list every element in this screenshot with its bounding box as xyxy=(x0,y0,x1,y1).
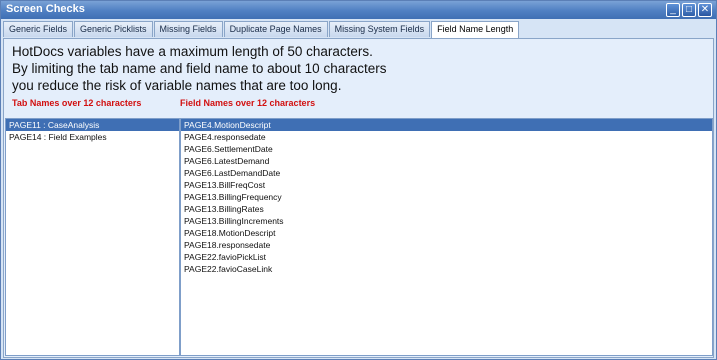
list-item[interactable]: PAGE11 : CaseAnalysis xyxy=(6,119,179,131)
tab-field-name-length[interactable]: Field Name Length xyxy=(431,21,520,38)
tab-names-header: Tab Names over 12 characters xyxy=(12,98,142,108)
list-item[interactable]: PAGE13.BillingIncrements xyxy=(181,215,712,227)
tab-duplicate-page-names[interactable]: Duplicate Page Names xyxy=(223,21,328,37)
minimize-button[interactable]: _ xyxy=(666,3,680,17)
screen-checks-window: Screen Checks _ □ ✕ Generic Fields Gener… xyxy=(0,0,717,360)
tab-strip: Generic Fields Generic Picklists Missing… xyxy=(3,21,714,38)
list-item[interactable]: PAGE13.BillingFrequency xyxy=(181,191,712,203)
tab-missing-fields[interactable]: Missing Fields xyxy=(153,21,223,37)
tab-names-list[interactable]: PAGE11 : CaseAnalysis PAGE14 : Field Exa… xyxy=(5,118,180,356)
info-line-2: By limiting the tab name and field name … xyxy=(12,61,387,76)
field-names-list[interactable]: PAGE4.MotionDescript PAGE4.responsedate … xyxy=(180,118,713,356)
info-line-3: you reduce the risk of variable names th… xyxy=(12,78,342,93)
maximize-button[interactable]: □ xyxy=(682,3,696,17)
list-item[interactable]: PAGE22.favioPickList xyxy=(181,251,712,263)
list-item[interactable]: PAGE13.BillingRates xyxy=(181,203,712,215)
list-item[interactable]: PAGE6.LastDemandDate xyxy=(181,167,712,179)
tab-generic-fields[interactable]: Generic Fields xyxy=(3,21,74,37)
list-item[interactable]: PAGE4.MotionDescript xyxy=(181,119,712,131)
list-item[interactable]: PAGE13.BillFreqCost xyxy=(181,179,712,191)
tab-missing-system-fields[interactable]: Missing System Fields xyxy=(328,21,431,37)
window-controls: _ □ ✕ xyxy=(666,3,712,17)
tab-panel: HotDocs variables have a maximum length … xyxy=(3,38,714,358)
title-bar[interactable]: Screen Checks _ □ ✕ xyxy=(1,1,716,19)
info-line-1: HotDocs variables have a maximum length … xyxy=(12,44,373,59)
list-item[interactable]: PAGE14 : Field Examples xyxy=(6,131,179,143)
close-button[interactable]: ✕ xyxy=(698,3,712,17)
list-item[interactable]: PAGE6.LatestDemand xyxy=(181,155,712,167)
list-item[interactable]: PAGE6.SettlementDate xyxy=(181,143,712,155)
list-item[interactable]: PAGE4.responsedate xyxy=(181,131,712,143)
field-names-header: Field Names over 12 characters xyxy=(180,98,316,108)
list-item[interactable]: PAGE18.MotionDescript xyxy=(181,227,712,239)
list-item[interactable]: PAGE18.responsedate xyxy=(181,239,712,251)
info-text: HotDocs variables have a maximum length … xyxy=(12,43,386,94)
list-item[interactable]: PAGE22.favioCaseLink xyxy=(181,263,712,275)
tab-generic-picklists[interactable]: Generic Picklists xyxy=(74,21,153,37)
window-title: Screen Checks xyxy=(6,3,85,15)
